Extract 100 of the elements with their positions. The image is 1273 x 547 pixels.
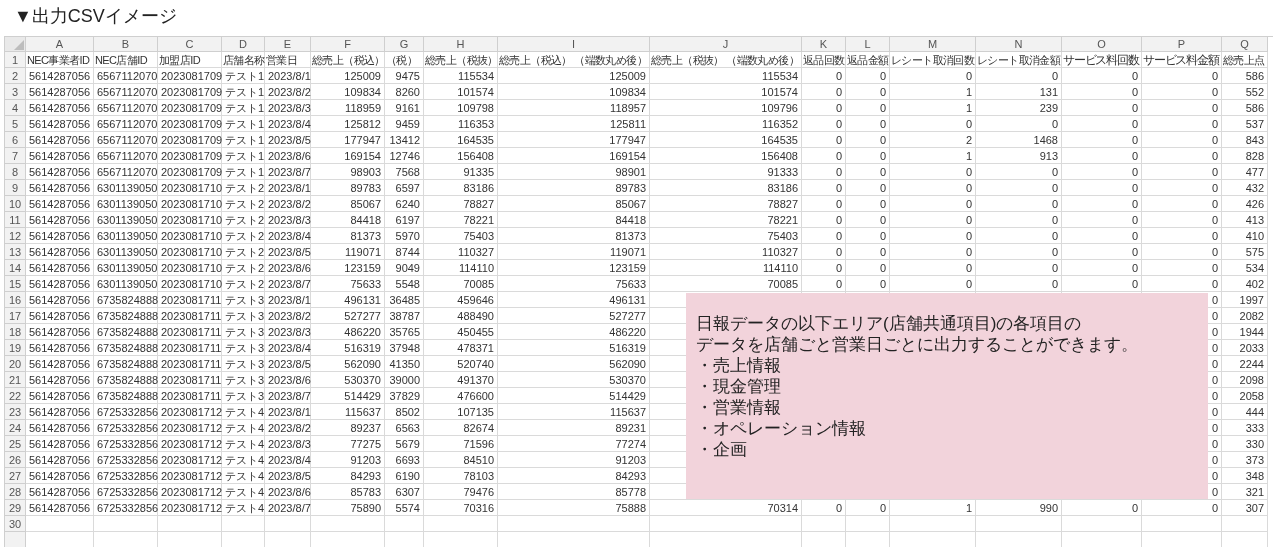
column-header[interactable]: E <box>265 37 311 52</box>
table-cell: 0 <box>1062 244 1142 260</box>
column-header[interactable]: C <box>158 37 222 52</box>
table-cell: 2023081712 <box>158 484 222 500</box>
table-cell: 0 <box>802 244 846 260</box>
table-cell: 2023081711 <box>158 292 222 308</box>
table-cell: 5614287056 <box>26 452 94 468</box>
table-cell: 0 <box>890 68 976 84</box>
table-cell: 0 <box>846 500 890 516</box>
table-cell: 0 <box>802 180 846 196</box>
table-cell: 0 <box>890 212 976 228</box>
table-cell: レシート取消金額 <box>976 52 1062 68</box>
empty-cell <box>1222 516 1268 532</box>
table-cell: 0 <box>1062 212 1142 228</box>
column-header[interactable]: N <box>976 37 1062 52</box>
row-number: 30 <box>5 516 26 532</box>
table-cell: 373 <box>1222 452 1268 468</box>
column-header[interactable]: D <box>222 37 265 52</box>
table-cell: 2023/8/5 <box>265 468 311 484</box>
table-cell: 2023/8/4 <box>265 452 311 468</box>
table-cell: 0 <box>1142 212 1222 228</box>
table-cell: 2023081710 <box>158 212 222 228</box>
table-cell: 75403 <box>650 228 802 244</box>
table-cell: 530370 <box>311 372 385 388</box>
table-cell: 0 <box>976 212 1062 228</box>
table-cell: 77275 <box>311 436 385 452</box>
column-header[interactable]: B <box>94 37 158 52</box>
table-cell: 6725332856 <box>94 404 158 420</box>
table-cell: 0 <box>802 164 846 180</box>
column-header[interactable]: L <box>846 37 890 52</box>
table-cell: 0 <box>846 116 890 132</box>
table-cell: 2023081709 <box>158 68 222 84</box>
table-cell: 114110 <box>650 260 802 276</box>
table-cell: 75890 <box>311 500 385 516</box>
table-cell: 2023/8/2 <box>265 196 311 212</box>
row-number: 25 <box>5 436 26 452</box>
table-cell: 5614287056 <box>26 84 94 100</box>
note-list-item: ・企画 <box>696 439 748 460</box>
table-cell: 2023081710 <box>158 180 222 196</box>
table-cell: 5614287056 <box>26 148 94 164</box>
table-cell: テスト2 <box>222 180 265 196</box>
column-header[interactable]: I <box>498 37 650 52</box>
table-cell: 177947 <box>498 132 650 148</box>
table-cell: 7568 <box>385 164 424 180</box>
table-cell: （税） <box>385 52 424 68</box>
table-cell: 6735824888 <box>94 372 158 388</box>
table-cell: 402 <box>1222 276 1268 292</box>
table-cell: 913 <box>976 148 1062 164</box>
row-number: 28 <box>5 484 26 500</box>
table-cell: 0 <box>1142 244 1222 260</box>
column-header[interactable]: J <box>650 37 802 52</box>
table-cell: 115534 <box>650 68 802 84</box>
table-cell: 426 <box>1222 196 1268 212</box>
table-cell: 6190 <box>385 468 424 484</box>
table-cell: 5614287056 <box>26 340 94 356</box>
row-number: 12 <box>5 228 26 244</box>
table-cell: 6301139050 <box>94 180 158 196</box>
empty-cell <box>158 516 222 532</box>
table-cell: 118957 <box>498 100 650 116</box>
table-cell: 返品金額 <box>846 52 890 68</box>
column-header[interactable]: H <box>424 37 498 52</box>
table-cell: テスト2 <box>222 196 265 212</box>
table-cell: 91203 <box>498 452 650 468</box>
table-cell: 0 <box>1142 276 1222 292</box>
table-cell: 2033 <box>1222 340 1268 356</box>
table-cell: 9049 <box>385 260 424 276</box>
table-cell: 5614287056 <box>26 372 94 388</box>
column-header[interactable]: M <box>890 37 976 52</box>
table-cell: テスト3 <box>222 340 265 356</box>
row-header[interactable] <box>5 532 26 547</box>
table-cell: 2023/8/6 <box>265 148 311 164</box>
table-cell: 8502 <box>385 404 424 420</box>
column-header[interactable]: A <box>26 37 94 52</box>
table-cell: 516319 <box>311 340 385 356</box>
table-cell: 0 <box>802 116 846 132</box>
table-cell: NEC店舗ID <box>94 52 158 68</box>
column-header[interactable]: G <box>385 37 424 52</box>
table-cell: 0 <box>1142 116 1222 132</box>
table-cell: 38787 <box>385 308 424 324</box>
table-cell: テスト3 <box>222 372 265 388</box>
column-header[interactable]: O <box>1062 37 1142 52</box>
select-all-icon[interactable] <box>14 40 24 50</box>
table-cell: 115637 <box>311 404 385 420</box>
table-cell: 35765 <box>385 324 424 340</box>
column-header[interactable]: P <box>1142 37 1222 52</box>
column-header[interactable]: Q <box>1222 37 1268 52</box>
table-cell: 98903 <box>311 164 385 180</box>
table-cell: 2023081710 <box>158 244 222 260</box>
table-cell: 0 <box>802 68 846 84</box>
table-cell: 5614287056 <box>26 356 94 372</box>
table-cell: テスト1 <box>222 132 265 148</box>
table-cell: 575 <box>1222 244 1268 260</box>
column-header[interactable]: K <box>802 37 846 52</box>
table-cell: 6307 <box>385 484 424 500</box>
table-cell: 169154 <box>498 148 650 164</box>
table-cell: 9475 <box>385 68 424 84</box>
table-cell: 2023/8/1 <box>265 180 311 196</box>
table-cell: 2023/8/6 <box>265 484 311 500</box>
table-cell: 0 <box>976 228 1062 244</box>
column-header[interactable]: F <box>311 37 385 52</box>
